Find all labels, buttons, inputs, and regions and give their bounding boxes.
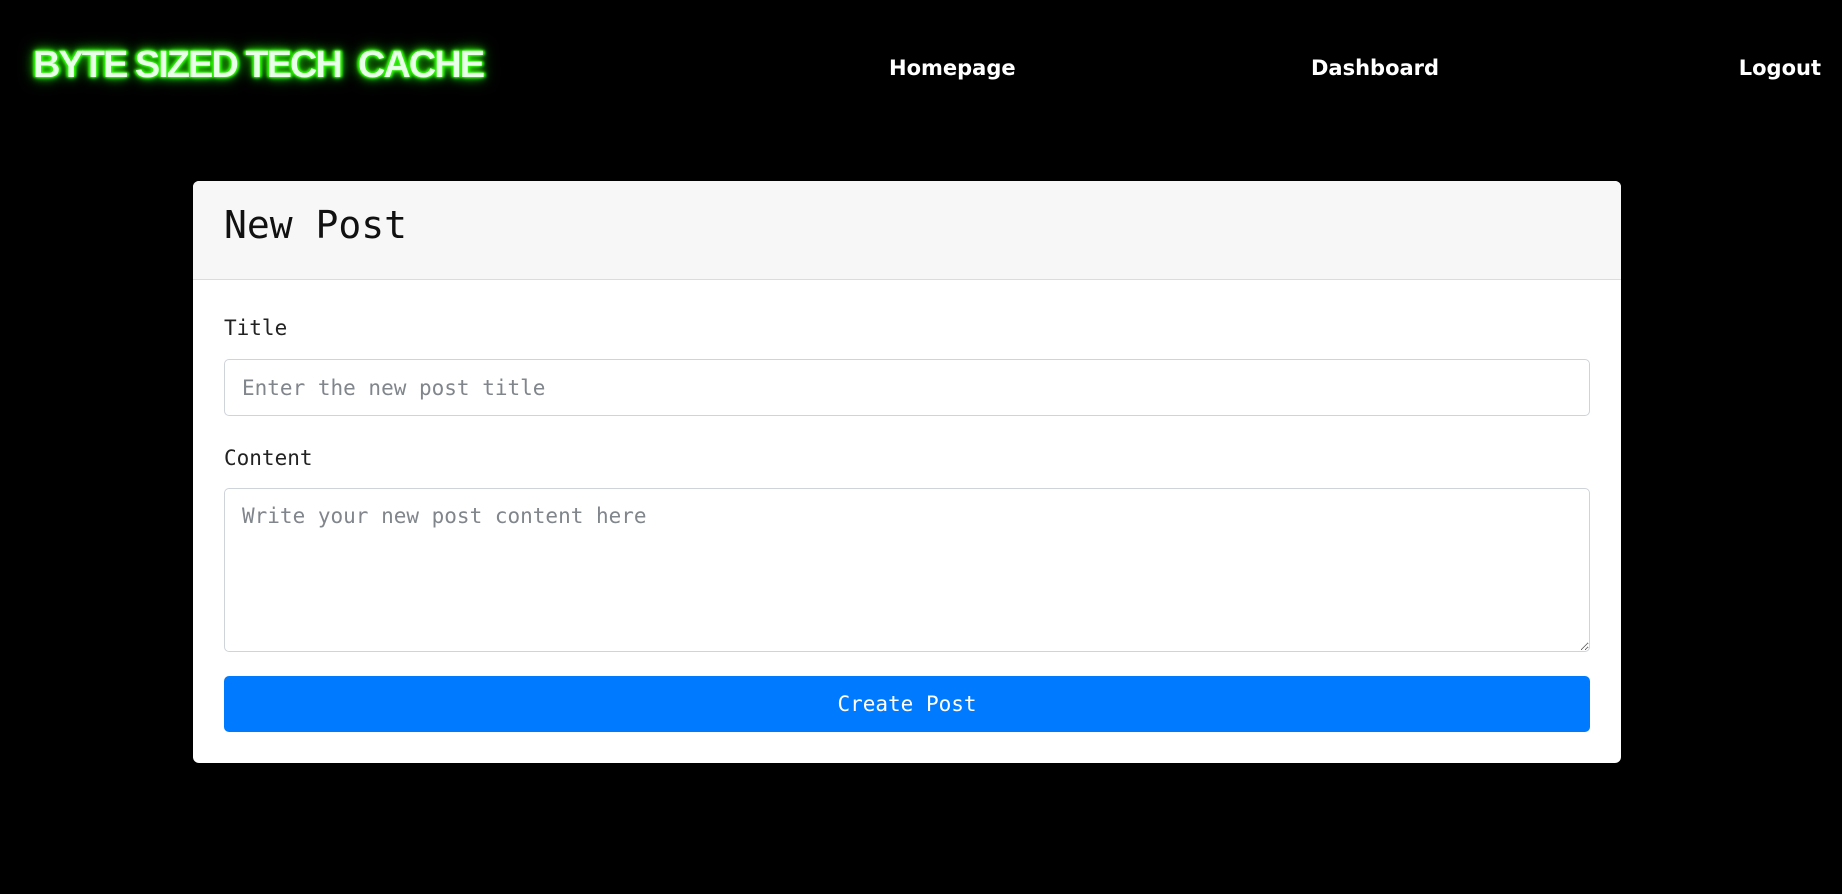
new-post-card: New Post Title Content Create Post [193, 181, 1621, 763]
nav-link-logout[interactable]: Logout [1739, 56, 1821, 80]
post-title-input[interactable] [224, 359, 1590, 416]
top-navbar: BYTE SIZED TECH CACHE Homepage Dashboard… [0, 0, 1842, 140]
nav-link-homepage[interactable]: Homepage [889, 56, 1016, 80]
title-label: Title [224, 316, 288, 340]
post-content-textarea[interactable] [224, 488, 1590, 652]
site-logo-brand[interactable]: BYTE SIZED TECH CACHE [33, 44, 485, 87]
page-title: New Post [224, 203, 408, 247]
content-label: Content [224, 446, 313, 470]
create-post-button[interactable]: Create Post [224, 676, 1590, 732]
nav-link-dashboard[interactable]: Dashboard [1311, 56, 1439, 80]
card-header: New Post [193, 181, 1621, 280]
